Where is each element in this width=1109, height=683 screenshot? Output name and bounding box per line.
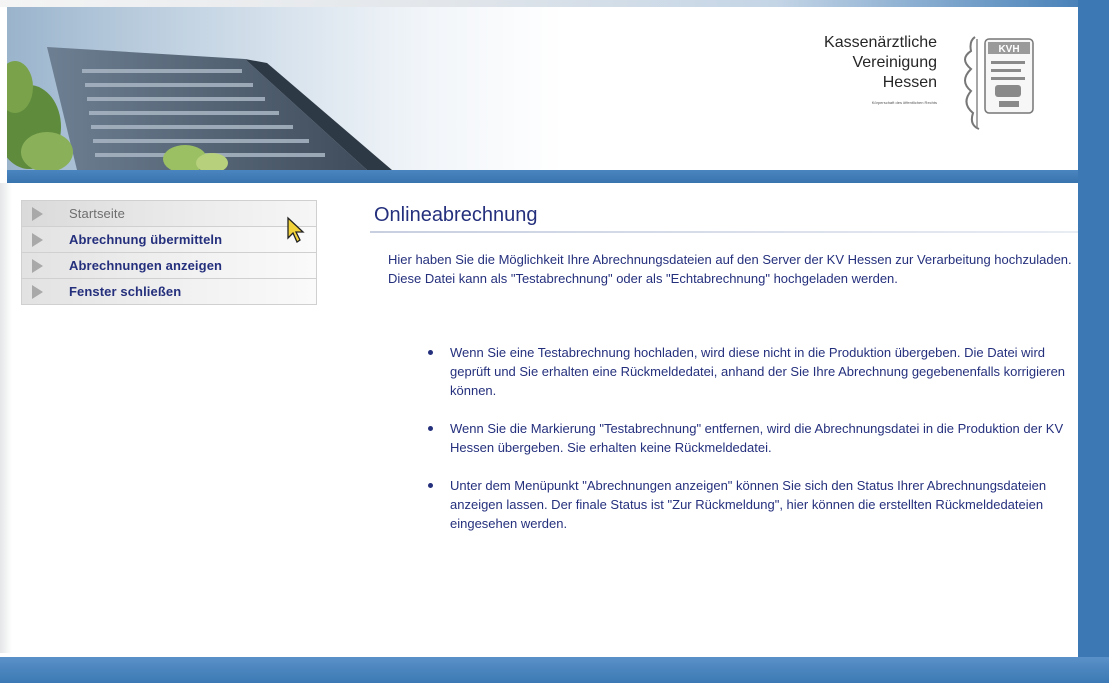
list-item: Wenn Sie eine Testabrechnung hochladen, … [428, 343, 1068, 400]
mouse-cursor-icon [287, 216, 305, 243]
intro-paragraph: Hier haben Sie die Möglichkeit Ihre Abre… [388, 252, 1072, 286]
svg-text:KVH: KVH [998, 44, 1019, 55]
footer-bar [0, 657, 1109, 683]
menu-item-label: Startseite [69, 206, 125, 221]
header-banner: Kassenärztliche Vereinigung Hessen Körpe… [7, 7, 1078, 170]
kv-crest-icon: KVH [964, 36, 1034, 130]
menu-item-abrechnung-uebermitteln[interactable]: Abrechnung übermitteln [22, 227, 316, 253]
menu-item-label: Abrechnungen anzeigen [69, 258, 223, 273]
list-item: Unter dem Menüpunkt "Abrechnungen anzeig… [428, 476, 1068, 533]
arrow-right-icon [32, 285, 43, 299]
right-blue-strip [1078, 0, 1109, 683]
left-shadow [0, 183, 12, 653]
list-item: Wenn Sie die Markierung "Testabrechnung"… [428, 419, 1068, 457]
building-photo [7, 7, 427, 170]
menu-item-startseite[interactable]: Startseite [22, 201, 316, 227]
arrow-right-icon [32, 207, 43, 221]
page-title: Onlineabrechnung [374, 204, 538, 226]
sidebar-menu: Startseite Abrechnung übermitteln Abrech… [21, 200, 317, 305]
title-divider [370, 231, 1078, 233]
arrow-right-icon [32, 259, 43, 273]
info-list: Wenn Sie eine Testabrechnung hochladen, … [428, 343, 1068, 552]
header-divider [7, 170, 1078, 183]
arrow-right-icon [32, 233, 43, 247]
top-band [0, 0, 1109, 7]
menu-item-label: Fenster schließen [69, 284, 182, 299]
menu-item-abrechnungen-anzeigen[interactable]: Abrechnungen anzeigen [22, 253, 316, 279]
menu-item-label: Abrechnung übermitteln [69, 232, 223, 247]
logo-line-2: Vereinigung [852, 54, 937, 71]
logo-subtitle: Körperschaft des öffentlichen Rechts [871, 100, 937, 105]
logo-line-3: Hessen [882, 74, 937, 91]
menu-item-fenster-schliessen[interactable]: Fenster schließen [22, 279, 316, 305]
kv-logo-text: Kassenärztliche Vereinigung Hessen Körpe… [824, 33, 937, 106]
logo-line-1: Kassenärztliche [824, 34, 937, 51]
